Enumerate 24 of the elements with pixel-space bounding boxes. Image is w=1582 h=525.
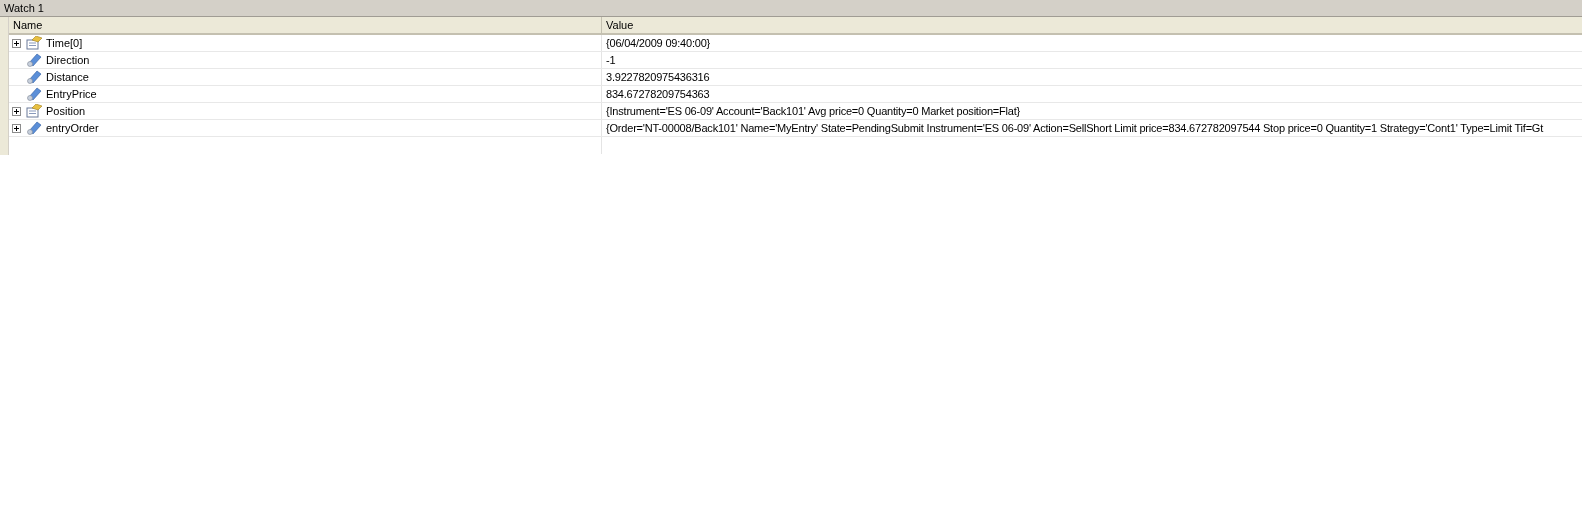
name-cell-text: entryOrder — [46, 120, 99, 136]
name-cell-text: Direction — [46, 52, 90, 68]
expand-icon[interactable] — [12, 123, 21, 133]
expand-icon[interactable] — [12, 38, 21, 48]
name-cell-text: Position — [46, 103, 86, 119]
value-cell: 3.9227820975436316 — [606, 69, 710, 85]
window-title: Watch 1 — [4, 0, 44, 16]
column-header[interactable]: Name — [9, 17, 602, 33]
pencil-icon — [26, 53, 42, 67]
expand-icon[interactable] — [12, 106, 21, 116]
name-cell-text: EntryPrice — [46, 86, 97, 102]
pencil-icon — [26, 70, 42, 84]
pencil-icon — [26, 121, 42, 135]
pencil-icon — [26, 87, 42, 101]
column-header[interactable]: Value — [602, 17, 1582, 33]
value-cell: -1 — [606, 52, 616, 68]
name-cell-text: Time[0] — [46, 35, 83, 51]
value-cell: {Order='NT-00008/Back101' Name='MyEntry' State=PendingSubmit Instrument='ES 06-09' Action=SellShort Limit price=834.672782097544 Stop price=0 Quantity=1 Strategy='Cont1' Type=Limit Tif=Gt — [606, 120, 1544, 136]
value-cell: 834.67278209754363 — [606, 86, 710, 102]
table-icon — [26, 36, 42, 50]
value-cell: {06/04/2009 09:40:00} — [606, 35, 711, 51]
table-icon — [26, 104, 42, 118]
name-cell-text: Distance — [46, 69, 89, 85]
value-cell: {Instrument='ES 06-09' Account='Back101' Avg price=0 Quantity=0 Market position=Flat} — [606, 103, 1021, 119]
